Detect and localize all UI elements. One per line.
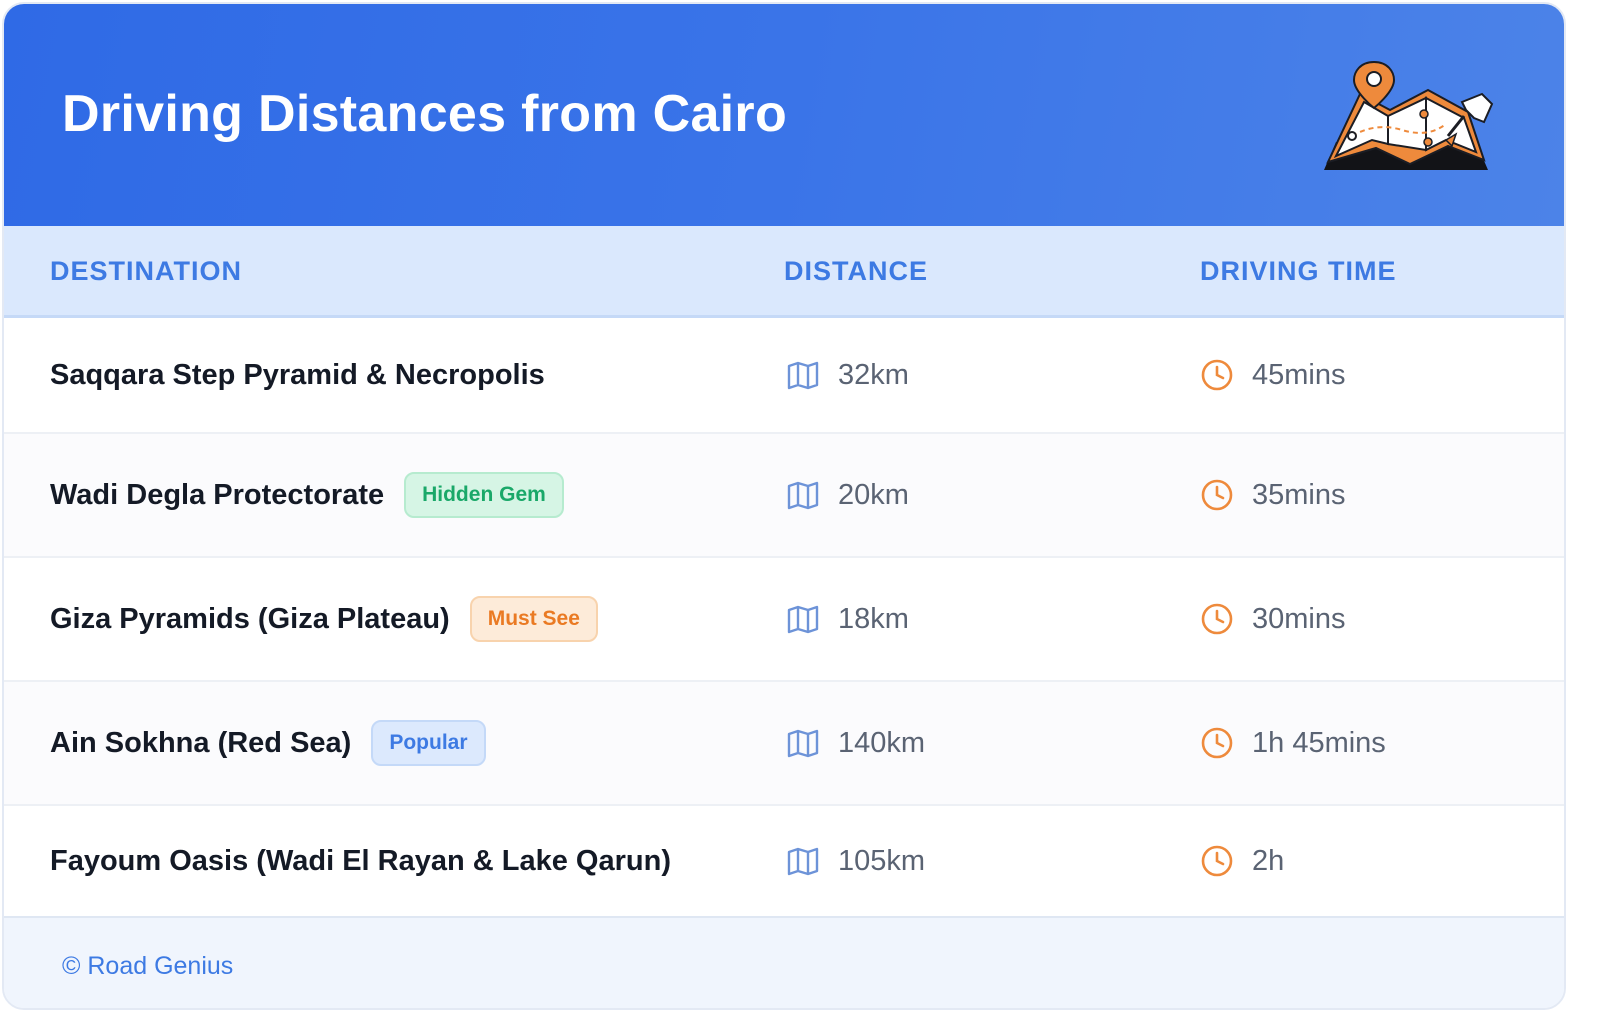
table-row: Ain Sokhna (Red Sea) Popular 140km 1h 45… <box>4 682 1564 806</box>
destination-name: Wadi Degla Protectorate <box>50 478 385 511</box>
column-header-driving-time: DRIVING TIME <box>1200 256 1397 286</box>
distance-cell: 20km <box>786 434 909 556</box>
must-see-badge: Must See <box>469 596 598 642</box>
time-value: 35mins <box>1252 478 1346 511</box>
table-row: Wadi Degla Protectorate Hidden Gem 20km … <box>4 434 1564 558</box>
time-value: 2h <box>1252 844 1285 877</box>
card-footer: © Road Genius <box>4 916 1564 1008</box>
destination-cell: Ain Sokhna (Red Sea) Popular <box>50 682 486 804</box>
time-value: 30mins <box>1252 602 1346 635</box>
popular-badge: Popular <box>371 720 486 766</box>
destination-name: Saqqara Step Pyramid & Necropolis <box>50 358 545 391</box>
map-icon <box>787 729 819 758</box>
table-row: Giza Pyramids (Giza Plateau) Must See 18… <box>4 558 1564 682</box>
time-cell: 35mins <box>1200 434 1346 556</box>
distance-value: 18km <box>838 602 909 635</box>
destination-cell: Giza Pyramids (Giza Plateau) Must See <box>50 558 598 680</box>
copyright-text: © Road Genius <box>62 952 234 980</box>
distance-value: 140km <box>838 726 926 759</box>
map-icon <box>787 361 819 390</box>
table-row: Fayoum Oasis (Wadi El Rayan & Lake Qarun… <box>4 806 1564 916</box>
card-header: Driving Distances from Cairo <box>4 4 1564 226</box>
map-icon <box>787 481 819 510</box>
distance-cell: 105km <box>786 806 925 916</box>
time-cell: 45mins <box>1200 318 1346 432</box>
destination-cell: Saqqara Step Pyramid & Necropolis <box>50 318 545 432</box>
distance-cell: 140km <box>786 682 925 804</box>
time-cell: 1h 45mins <box>1200 682 1386 804</box>
clock-icon <box>1201 479 1233 511</box>
destination-name: Giza Pyramids (Giza Plateau) <box>50 602 450 635</box>
column-header-distance: DISTANCE <box>784 256 929 286</box>
column-header-destination: DESTINATION <box>50 256 242 286</box>
distance-table-card: Driving Distances from Cairo DESTINATION <box>2 2 1566 1010</box>
time-cell: 2h <box>1200 806 1284 916</box>
map-with-pins-illustration <box>1324 60 1494 170</box>
time-value: 1h 45mins <box>1252 726 1386 759</box>
time-value: 45mins <box>1252 358 1346 391</box>
clock-icon <box>1201 359 1233 391</box>
distance-value: 32km <box>838 358 909 391</box>
time-cell: 30mins <box>1200 558 1346 680</box>
clock-icon <box>1201 603 1233 635</box>
clock-icon <box>1201 845 1233 877</box>
distance-cell: 18km <box>786 558 909 680</box>
map-icon <box>787 605 819 634</box>
destination-name: Fayoum Oasis (Wadi El Rayan & Lake Qarun… <box>50 844 671 877</box>
page-title: Driving Distances from Cairo <box>62 85 788 143</box>
table-header-row: DESTINATION DISTANCE DRIVING TIME <box>4 226 1564 318</box>
distance-cell: 32km <box>786 318 909 432</box>
hidden-gem-badge: Hidden Gem <box>404 472 564 518</box>
destination-cell: Wadi Degla Protectorate Hidden Gem <box>50 434 564 556</box>
clock-icon <box>1201 727 1233 759</box>
table-row: Saqqara Step Pyramid & Necropolis 32km 4… <box>4 318 1564 434</box>
map-icon <box>787 847 819 876</box>
distance-value: 105km <box>838 844 926 877</box>
destination-name: Ain Sokhna (Red Sea) <box>50 726 352 759</box>
destination-cell: Fayoum Oasis (Wadi El Rayan & Lake Qarun… <box>50 806 671 916</box>
distance-value: 20km <box>838 478 909 511</box>
